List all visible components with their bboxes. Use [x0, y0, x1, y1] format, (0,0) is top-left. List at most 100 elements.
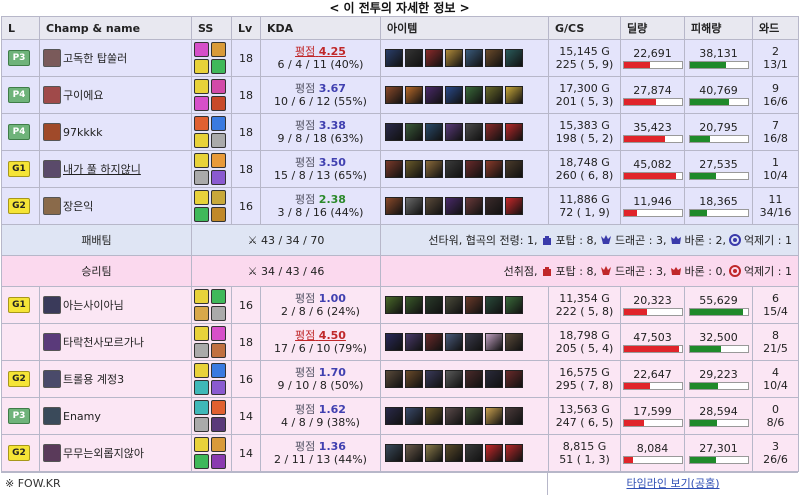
- item-icon[interactable]: [445, 296, 463, 314]
- item-icon[interactable]: [485, 86, 503, 104]
- item-icon[interactable]: [385, 197, 403, 215]
- item-icon[interactable]: [405, 160, 423, 178]
- summoner-name[interactable]: 구이에요: [63, 87, 103, 103]
- item-icon[interactable]: [445, 444, 463, 462]
- item-icon[interactable]: [505, 333, 523, 351]
- item-icon[interactable]: [405, 444, 423, 462]
- item-icon[interactable]: [385, 333, 403, 351]
- item-icon[interactable]: [385, 370, 403, 388]
- item-icon[interactable]: [385, 123, 403, 141]
- spell-icon: [194, 306, 209, 321]
- item-icon[interactable]: [505, 49, 523, 67]
- losing-team-summary: 패배팀 ⚔ 43 / 34 / 70 선타워, 협곡의 전령: 1, 포탑 : …: [1, 224, 799, 256]
- item-icon[interactable]: [505, 444, 523, 462]
- item-icon[interactable]: [465, 86, 483, 104]
- item-icon[interactable]: [445, 123, 463, 141]
- item-icon[interactable]: [485, 370, 503, 388]
- item-icon[interactable]: [445, 49, 463, 67]
- summoner-name[interactable]: 타락천사모르가나: [63, 334, 144, 350]
- item-icon[interactable]: [425, 86, 443, 104]
- item-icon[interactable]: [425, 49, 443, 67]
- item-icon[interactable]: [385, 160, 403, 178]
- damage-dealt: 17,599: [633, 405, 672, 418]
- dragon-count: 드래곤 : 3,: [614, 265, 667, 278]
- item-icon[interactable]: [425, 370, 443, 388]
- item-icon[interactable]: [425, 333, 443, 351]
- item-icon[interactable]: [405, 333, 423, 351]
- item-icon[interactable]: [485, 197, 503, 215]
- item-icon[interactable]: [485, 123, 503, 141]
- gold: 18,798 G: [559, 329, 610, 342]
- item-icon[interactable]: [425, 296, 443, 314]
- item-icon[interactable]: [405, 197, 423, 215]
- item-icon[interactable]: [445, 407, 463, 425]
- item-icon[interactable]: [425, 160, 443, 178]
- item-icon[interactable]: [465, 296, 483, 314]
- item-icon[interactable]: [485, 333, 503, 351]
- summoner-name[interactable]: Enamy: [63, 410, 101, 423]
- item-icon[interactable]: [445, 333, 463, 351]
- damage-taken: 27,535: [699, 158, 738, 171]
- item-icon[interactable]: [465, 197, 483, 215]
- summoner-name[interactable]: 장은익: [63, 198, 93, 214]
- col-header-level: Lv: [231, 16, 261, 40]
- item-icon[interactable]: [425, 197, 443, 215]
- item-icon[interactable]: [385, 49, 403, 67]
- item-icon[interactable]: [485, 407, 503, 425]
- item-icon[interactable]: [445, 370, 463, 388]
- taken-bar: [689, 383, 718, 389]
- item-icon[interactable]: [425, 444, 443, 462]
- item-icon[interactable]: [445, 197, 463, 215]
- item-icon[interactable]: [505, 86, 523, 104]
- item-icon[interactable]: [385, 407, 403, 425]
- item-icon[interactable]: [505, 160, 523, 178]
- item-icon[interactable]: [405, 296, 423, 314]
- item-icon[interactable]: [385, 86, 403, 104]
- timeline-link[interactable]: 타임라인 보기(공홈): [547, 473, 798, 495]
- item-icon[interactable]: [465, 370, 483, 388]
- summoner-name[interactable]: 97kkkk: [63, 126, 102, 139]
- item-icon[interactable]: [485, 296, 503, 314]
- item-icon[interactable]: [465, 333, 483, 351]
- item-icon[interactable]: [405, 123, 423, 141]
- team-label: 패배팀: [1, 224, 192, 256]
- item-icon[interactable]: [465, 160, 483, 178]
- damage-taken: 38,131: [699, 47, 738, 60]
- item-icon[interactable]: [465, 49, 483, 67]
- item-icon[interactable]: [465, 123, 483, 141]
- item-icon[interactable]: [445, 160, 463, 178]
- item-icon[interactable]: [405, 86, 423, 104]
- creep-score: 51 ( 1, 3): [559, 453, 610, 466]
- item-icon[interactable]: [385, 444, 403, 462]
- item-icon[interactable]: [505, 197, 523, 215]
- item-icon[interactable]: [465, 407, 483, 425]
- item-icon[interactable]: [505, 407, 523, 425]
- item-icon[interactable]: [405, 407, 423, 425]
- champion-level: 14: [231, 397, 261, 435]
- summoner-name[interactable]: 내가 풀 하지않니: [63, 161, 141, 177]
- item-icon[interactable]: [505, 370, 523, 388]
- item-icon[interactable]: [485, 160, 503, 178]
- damage-bar: [623, 173, 676, 179]
- item-icon[interactable]: [485, 49, 503, 67]
- item-icon[interactable]: [405, 49, 423, 67]
- item-icon[interactable]: [465, 444, 483, 462]
- item-icon[interactable]: [505, 296, 523, 314]
- summoner-name[interactable]: 무무는외롭지않아: [63, 445, 144, 461]
- summoner-name[interactable]: 고독한 탑쏠러: [63, 50, 127, 66]
- summoner-name[interactable]: 아는사이아님: [63, 297, 124, 313]
- item-icon[interactable]: [485, 444, 503, 462]
- spell-icon: [194, 454, 209, 469]
- item-icon[interactable]: [425, 123, 443, 141]
- damage-taken: 20,795: [699, 121, 738, 134]
- item-icon[interactable]: [385, 296, 403, 314]
- item-icon[interactable]: [445, 86, 463, 104]
- item-icon[interactable]: [425, 407, 443, 425]
- gold: 16,575 G: [559, 366, 610, 379]
- footer: ※ FOW.KR 타임라인 보기(공홈): [1, 472, 798, 495]
- kda-line: 2 / 11 / 13 (44%): [274, 453, 367, 466]
- item-icon[interactable]: [405, 370, 423, 388]
- kda-line: 10 / 6 / 12 (55%): [274, 95, 367, 108]
- summoner-name[interactable]: 트롤용 계정3: [63, 371, 124, 387]
- item-icon[interactable]: [505, 123, 523, 141]
